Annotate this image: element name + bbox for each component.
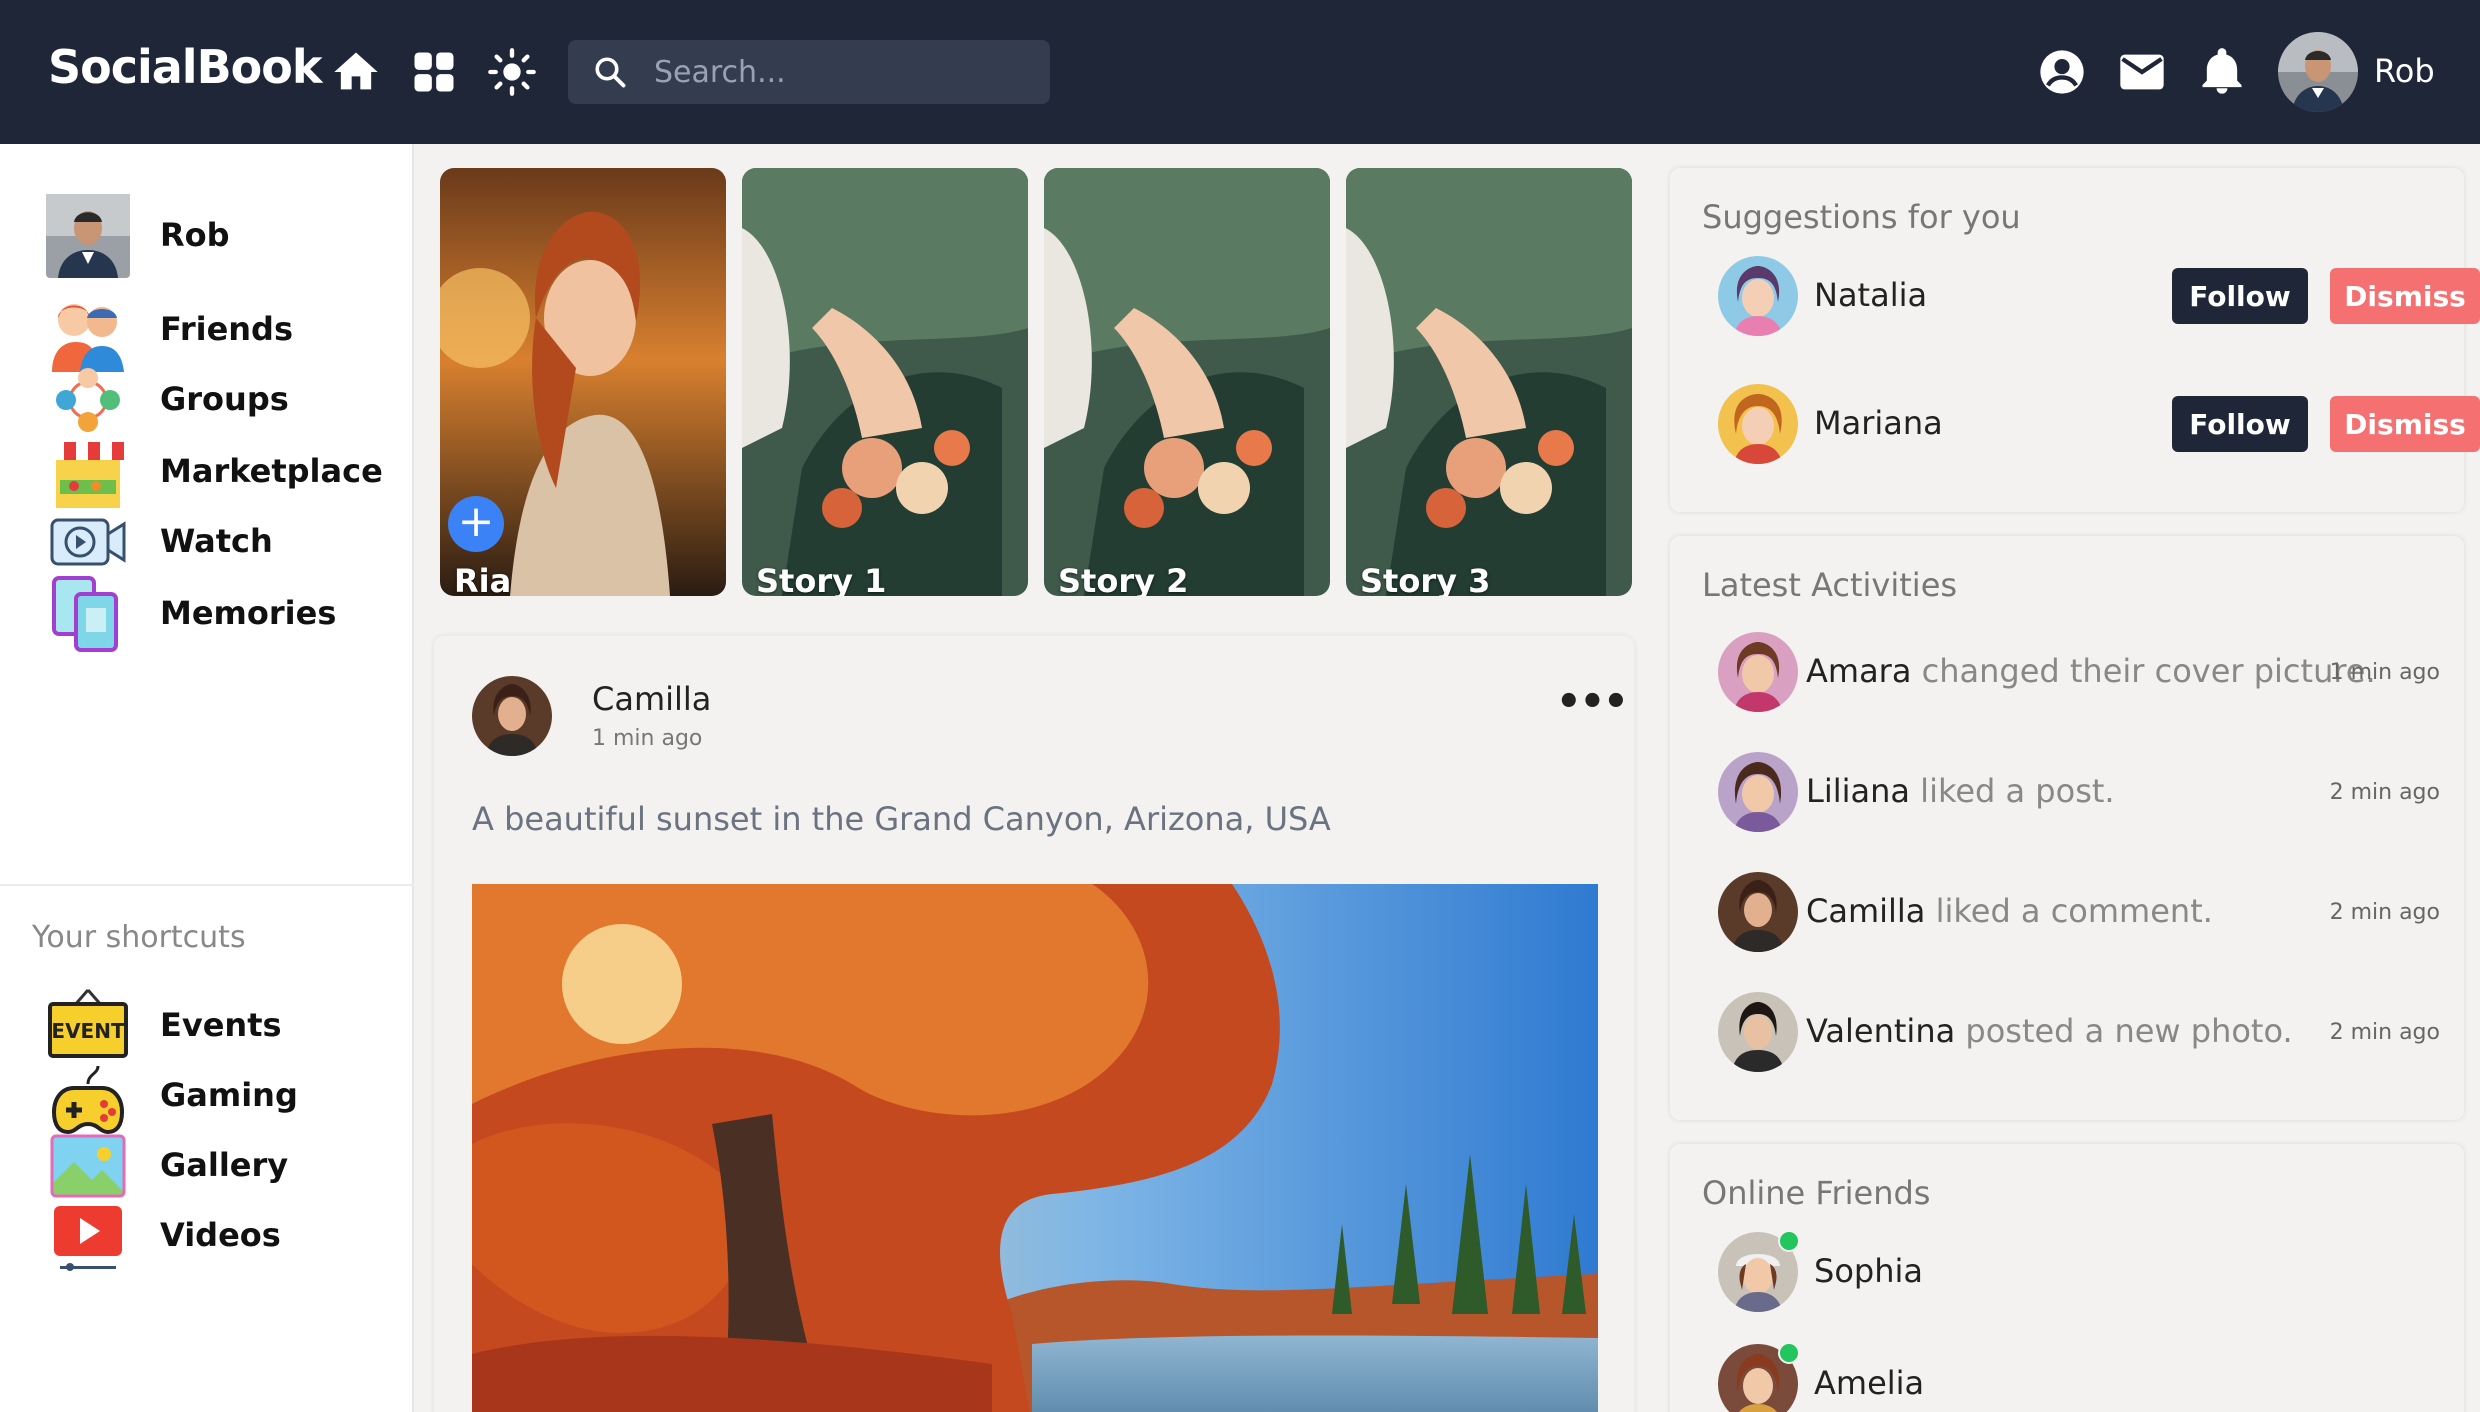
activity-avatar[interactable] xyxy=(1718,872,1798,952)
follow-button[interactable]: Follow xyxy=(2172,396,2308,452)
mail-icon[interactable] xyxy=(2116,46,2168,98)
post-image[interactable] xyxy=(472,884,1598,1412)
account-icon[interactable] xyxy=(2036,46,2088,98)
activity-action: changed their cover picture. xyxy=(1921,652,2376,690)
sidebar-item-label: Rob xyxy=(160,216,230,254)
top-username[interactable]: Rob xyxy=(2374,52,2435,90)
activity-text: Amara changed their cover picture. xyxy=(1806,652,2376,690)
story-label: Story 1 xyxy=(756,562,887,596)
story-card-3[interactable]: Story 3 xyxy=(1346,168,1632,596)
activity-user[interactable]: Amara xyxy=(1806,652,1911,690)
activity-action: posted a new photo. xyxy=(1965,1012,2293,1050)
search-input[interactable] xyxy=(654,40,1034,104)
sidebar-item-label: Friends xyxy=(160,310,293,348)
online-friends-card: Online Friends Sophia Amelia xyxy=(1670,1144,2464,1412)
top-navbar: SocialBook Rob xyxy=(0,0,2480,144)
add-story-button[interactable]: + xyxy=(448,496,504,552)
suggestion-item: Mariana Follow Dismiss xyxy=(1718,384,2480,468)
activity-item: Valentina posted a new photo. 2 min ago xyxy=(1718,992,2440,1076)
suggestion-avatar[interactable] xyxy=(1718,256,1798,336)
activity-text: Valentina posted a new photo. xyxy=(1806,1012,2293,1050)
activity-user[interactable]: Camilla xyxy=(1806,892,1925,930)
activity-time: 2 min ago xyxy=(2329,780,2440,805)
dismiss-button[interactable]: Dismiss xyxy=(2330,396,2480,452)
left-sidebar: Rob Friends Groups Marketplace Watch Mem… xyxy=(0,144,414,1412)
activity-item: Amara changed their cover picture. 1 min… xyxy=(1718,632,2440,716)
sidebar-item-memories[interactable]: Memories xyxy=(0,562,414,662)
activities-title: Latest Activities xyxy=(1702,566,1958,604)
story-image xyxy=(1346,168,1632,596)
brand-logo[interactable]: SocialBook xyxy=(48,40,322,94)
sun-icon[interactable] xyxy=(486,46,538,98)
online-status-indicator xyxy=(1778,1230,1800,1252)
online-friend-item[interactable]: Amelia xyxy=(1718,1342,2438,1412)
post-options-icon[interactable]: ••• xyxy=(1556,682,1629,722)
activity-item: Liliana liked a post. 2 min ago xyxy=(1718,752,2440,836)
shortcut-label: Videos xyxy=(160,1216,281,1254)
suggestion-name[interactable]: Mariana xyxy=(1814,404,1943,442)
shortcut-label: Events xyxy=(160,1006,282,1044)
dismiss-button[interactable]: Dismiss xyxy=(2330,268,2480,324)
online-status-indicator xyxy=(1778,1342,1800,1364)
suggestions-card: Suggestions for you Natalia Follow Dismi… xyxy=(1670,168,2480,512)
latest-activities-card: Latest Activities Amara changed their co… xyxy=(1670,536,2464,1120)
follow-button[interactable]: Follow xyxy=(2172,268,2308,324)
activity-avatar[interactable] xyxy=(1718,992,1798,1072)
activity-action: liked a comment. xyxy=(1935,892,2213,930)
activity-time: 2 min ago xyxy=(2329,1020,2440,1045)
story-label: Story 2 xyxy=(1058,562,1189,596)
profile-avatar xyxy=(46,194,130,278)
activity-user[interactable]: Valentina xyxy=(1806,1012,1955,1050)
suggestions-title: Suggestions for you xyxy=(1702,198,2021,236)
sidebar-item-profile[interactable]: Rob xyxy=(0,184,414,284)
story-image xyxy=(742,168,1028,596)
activity-avatar[interactable] xyxy=(1718,632,1798,712)
post-text: A beautiful sunset in the Grand Canyon, … xyxy=(472,800,1331,838)
suggestion-avatar[interactable] xyxy=(1718,384,1798,464)
suggestion-item: Natalia Follow Dismiss xyxy=(1718,256,2480,340)
videos-icon xyxy=(54,1206,122,1271)
activity-action: liked a post. xyxy=(1920,772,2115,810)
post-timestamp: 1 min ago xyxy=(592,726,703,751)
suggestion-name[interactable]: Natalia xyxy=(1814,276,1927,314)
activity-item: Camilla liked a comment. 2 min ago xyxy=(1718,872,2440,956)
grid-icon[interactable] xyxy=(408,46,460,98)
activity-time: 1 min ago xyxy=(2329,660,2440,685)
sidebar-item-label: Watch xyxy=(160,522,273,560)
online-friend-name: Sophia xyxy=(1814,1252,1923,1290)
activity-text: Camilla liked a comment. xyxy=(1806,892,2213,930)
sidebar-divider xyxy=(0,884,414,886)
user-avatar[interactable] xyxy=(2278,32,2358,112)
story-image xyxy=(1044,168,1330,596)
activity-avatar[interactable] xyxy=(1718,752,1798,832)
story-card-2[interactable]: Story 2 xyxy=(1044,168,1330,596)
shortcut-label: Gallery xyxy=(160,1146,289,1184)
bell-icon[interactable] xyxy=(2196,46,2248,98)
post-author-avatar[interactable] xyxy=(472,676,552,756)
online-friends-title: Online Friends xyxy=(1702,1174,1931,1212)
online-friend-name: Amelia xyxy=(1814,1364,1925,1402)
story-label: Story 3 xyxy=(1360,562,1491,596)
post-author-name[interactable]: Camilla xyxy=(592,680,711,718)
home-icon[interactable] xyxy=(330,46,382,98)
shortcuts-title: Your shortcuts xyxy=(32,920,246,955)
story-card-1[interactable]: Story 1 xyxy=(742,168,1028,596)
shortcut-videos[interactable]: Videos xyxy=(0,1184,414,1284)
activity-time: 2 min ago xyxy=(2329,900,2440,925)
activity-user[interactable]: Liliana xyxy=(1806,772,1910,810)
post-card: Camilla 1 min ago ••• A beautiful sunset… xyxy=(434,636,1634,1412)
shortcut-label: Gaming xyxy=(160,1076,298,1114)
sidebar-item-label: Marketplace xyxy=(160,452,383,490)
search-icon xyxy=(595,57,626,88)
search-bar[interactable] xyxy=(568,40,1050,104)
online-friend-item[interactable]: Sophia xyxy=(1718,1230,2438,1316)
sidebar-item-label: Memories xyxy=(160,594,337,632)
activity-text: Liliana liked a post. xyxy=(1806,772,2115,810)
events-badge-text: EVENT xyxy=(51,1019,125,1043)
sidebar-item-label: Groups xyxy=(160,380,289,418)
memories-icon xyxy=(52,576,118,652)
story-label: Ria xyxy=(454,562,512,596)
